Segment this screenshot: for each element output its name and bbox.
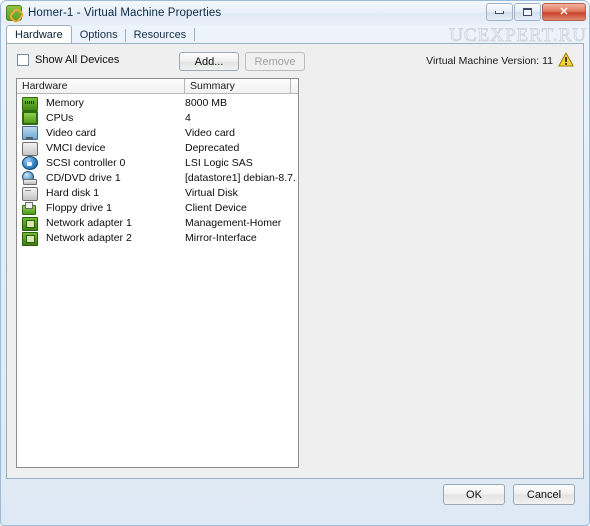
minimize-icon bbox=[487, 4, 512, 20]
device-name: VMCI device bbox=[46, 141, 106, 154]
column-header-summary[interactable]: Summary bbox=[185, 79, 291, 93]
cancel-button[interactable]: Cancel bbox=[513, 484, 575, 505]
device-summary: Virtual Disk bbox=[185, 186, 238, 199]
device-name: CD/DVD drive 1 bbox=[46, 171, 121, 184]
column-header-filler bbox=[291, 79, 298, 93]
checkbox-box[interactable] bbox=[17, 54, 29, 66]
table-row[interactable]: Network adapter 2 Mirror-Interface bbox=[17, 230, 298, 246]
maximize-button[interactable] bbox=[514, 3, 541, 21]
device-name: SCSI controller 0 bbox=[46, 156, 126, 169]
hardware-tab-panel: Show All Devices Add... Remove Virtual M… bbox=[6, 43, 584, 479]
vmci-device-icon bbox=[22, 142, 38, 156]
device-name: Memory bbox=[46, 96, 84, 109]
table-row[interactable]: Floppy drive 1 Client Device bbox=[17, 200, 298, 215]
device-summary: Video card bbox=[185, 126, 236, 139]
window-controls: ✕ bbox=[486, 3, 586, 21]
device-name: Hard disk 1 bbox=[46, 186, 100, 199]
scsi-controller-icon bbox=[22, 156, 38, 170]
virtual-machine-properties-window: Homer-1 - Virtual Machine Properties ✕ H… bbox=[0, 0, 590, 526]
ok-button[interactable]: OK bbox=[443, 484, 505, 505]
network-adapter-icon bbox=[22, 216, 38, 231]
watermark: UCEXPERT.RU bbox=[449, 25, 587, 47]
window-title: Homer-1 - Virtual Machine Properties bbox=[28, 7, 222, 19]
add-button[interactable]: Add... bbox=[179, 52, 239, 71]
list-header-row: Hardware Summary bbox=[17, 79, 298, 94]
tab-resources-label: Resources bbox=[133, 29, 187, 41]
device-name: CPUs bbox=[46, 111, 74, 124]
column-header-hardware[interactable]: Hardware bbox=[17, 79, 185, 93]
device-summary: LSI Logic SAS bbox=[185, 156, 253, 169]
video-card-icon bbox=[22, 126, 38, 140]
table-row[interactable]: Video card Video card bbox=[17, 125, 298, 140]
device-rows: Memory 8000 MB CPUs 4 Video card Video c… bbox=[17, 95, 298, 246]
dialog-footer: OK Cancel bbox=[6, 480, 584, 518]
maximize-icon bbox=[515, 4, 540, 20]
minimize-button[interactable] bbox=[486, 3, 513, 21]
network-adapter-icon bbox=[22, 231, 38, 246]
close-button[interactable]: ✕ bbox=[542, 3, 586, 21]
device-summary: Mirror-Interface bbox=[185, 231, 257, 244]
table-row[interactable]: Hard disk 1 Virtual Disk bbox=[17, 185, 298, 201]
device-summary: Client Device bbox=[185, 201, 247, 214]
device-toolbar: Show All Devices Add... Remove Virtual M… bbox=[7, 44, 583, 78]
table-row[interactable]: Memory 8000 MB bbox=[17, 95, 298, 111]
vm-properties-icon bbox=[6, 5, 22, 21]
table-row[interactable]: CD/DVD drive 1 [datastore1] debian-8.7..… bbox=[17, 170, 298, 185]
device-name: Network adapter 2 bbox=[46, 231, 132, 244]
tab-hardware-label: Hardware bbox=[15, 29, 63, 41]
table-row[interactable]: SCSI controller 0 LSI Logic SAS bbox=[17, 155, 298, 170]
virtual-machine-version-label: Virtual Machine Version: 11 bbox=[426, 55, 553, 67]
tab-resources[interactable]: Resources bbox=[126, 26, 195, 44]
title-bar: Homer-1 - Virtual Machine Properties ✕ bbox=[1, 1, 589, 25]
hard-disk-icon bbox=[22, 187, 38, 201]
table-row[interactable]: VMCI device Deprecated bbox=[17, 140, 298, 156]
remove-button: Remove bbox=[245, 52, 305, 71]
close-icon: ✕ bbox=[559, 5, 569, 18]
device-summary: 8000 MB bbox=[185, 96, 228, 109]
tab-hardware[interactable]: Hardware bbox=[6, 25, 72, 44]
device-summary: Deprecated bbox=[185, 141, 240, 154]
table-row[interactable]: CPUs 4 bbox=[17, 110, 298, 125]
device-summary: Management-Homer bbox=[185, 216, 282, 229]
warning-triangle-icon bbox=[558, 52, 574, 67]
hardware-device-list[interactable]: Hardware Summary Memory 8000 MB CPUs 4 V… bbox=[16, 78, 299, 468]
cd-dvd-drive-icon bbox=[22, 171, 38, 185]
memory-icon bbox=[22, 96, 38, 111]
tab-separator bbox=[194, 28, 196, 41]
device-name: Floppy drive 1 bbox=[46, 201, 112, 214]
table-row[interactable]: Network adapter 1 Management-Homer bbox=[17, 215, 298, 231]
device-summary: [datastore1] debian-8.7... bbox=[185, 171, 297, 184]
device-name: Network adapter 1 bbox=[46, 216, 132, 229]
cpu-icon bbox=[22, 111, 38, 125]
show-all-devices-checkbox[interactable]: Show All Devices bbox=[17, 54, 119, 66]
tab-options-label: Options bbox=[79, 29, 118, 41]
tab-options[interactable]: Options bbox=[72, 26, 126, 44]
device-name: Video card bbox=[46, 126, 97, 139]
device-summary: 4 bbox=[185, 111, 191, 124]
show-all-devices-label: Show All Devices bbox=[35, 54, 120, 66]
floppy-drive-icon bbox=[22, 201, 38, 216]
